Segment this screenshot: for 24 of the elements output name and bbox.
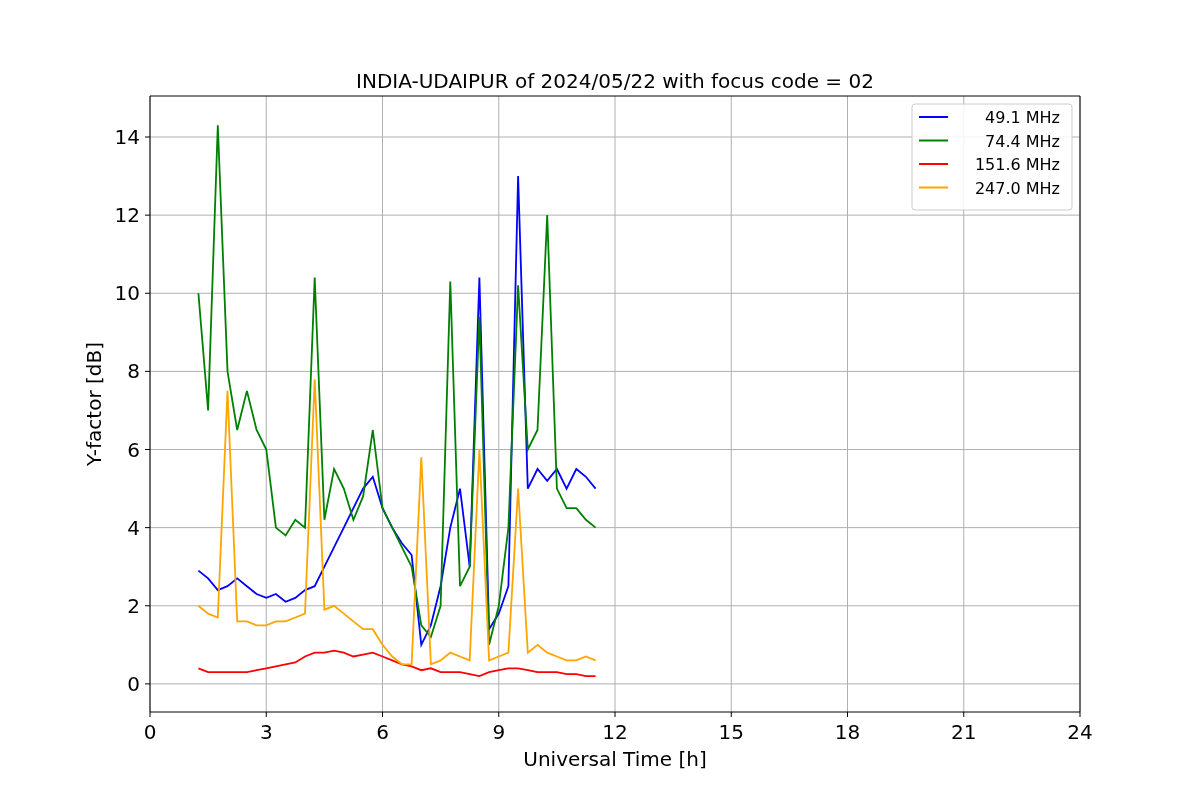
tick-label: 6	[127, 437, 140, 462]
tick-label: 9	[492, 720, 506, 744]
tick-label: 12	[114, 203, 140, 228]
tick-label: 6	[376, 720, 389, 744]
tick-label: 24	[1067, 720, 1093, 744]
tick-label: 4	[127, 515, 140, 540]
tick-label: 3	[259, 720, 273, 744]
chart-title: INDIA-UDAIPUR of 2024/05/22 with focus code = 02	[356, 69, 874, 93]
tick-label: 15	[718, 720, 744, 744]
tick-label: 21	[951, 720, 977, 744]
tick-label: 8	[127, 359, 140, 384]
tick-label: 0	[127, 671, 140, 696]
tick-label: 18	[834, 720, 861, 744]
axis-label: Y-factor [dB]	[82, 342, 106, 466]
legend-label: 74.4 MHz	[985, 131, 1060, 151]
legend-label: 49.1 MHz	[985, 108, 1060, 127]
tick-label: 0	[143, 720, 157, 744]
tick-label: 10	[114, 281, 140, 306]
tick-label: 12	[602, 720, 628, 744]
tick-label: 14	[114, 125, 140, 149]
legend-label: 247.0 MHz	[974, 178, 1060, 198]
axis-label: Universal Time [h]	[523, 747, 707, 771]
legend-label: 151.6 MHz	[974, 155, 1060, 174]
tick-label: 2	[127, 593, 140, 618]
